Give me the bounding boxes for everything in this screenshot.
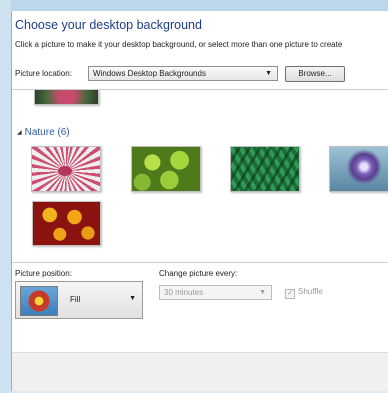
- window-top-border: [0, 0, 388, 11]
- dropdown-arrow-icon: ▼: [259, 289, 266, 296]
- picture-thumbnail[interactable]: [131, 146, 201, 192]
- picture-position-value: Fill: [70, 295, 81, 304]
- leaf-texture: [231, 147, 299, 191]
- picture-location-label: Picture location:: [15, 69, 72, 78]
- group-header-label: Nature (6): [24, 127, 70, 138]
- browse-button[interactable]: Browse...: [285, 66, 345, 82]
- picture-position-dropdown[interactable]: Fill ▼: [15, 281, 143, 319]
- picture-thumbnail[interactable]: [32, 201, 101, 246]
- change-interval-label: Change picture every:: [159, 269, 238, 278]
- footer-bar: [12, 352, 388, 391]
- picture-thumbnail[interactable]: [31, 146, 101, 192]
- change-interval-value: 30 minutes: [164, 288, 204, 297]
- change-interval-dropdown[interactable]: 30 minutes ▼: [159, 285, 272, 300]
- page-title: Choose your desktop background: [15, 18, 202, 32]
- dropdown-arrow-icon: ▼: [265, 70, 272, 77]
- collapse-triangle-icon: ◢: [17, 130, 22, 136]
- shuffle-checkbox[interactable]: ✓ Shuffle: [285, 287, 323, 299]
- page-instructions: Click a picture to make it your desktop …: [15, 40, 343, 49]
- group-header-nature[interactable]: ◢ Nature (6): [17, 127, 70, 138]
- desktop-background-panel: Choose your desktop background Click a p…: [11, 11, 388, 391]
- picture-thumbnail[interactable]: [230, 146, 300, 192]
- checkbox-check-icon: ✓: [285, 289, 295, 299]
- picture-list[interactable]: ◢ Nature (6): [12, 89, 388, 263]
- position-preview-image: [20, 286, 58, 316]
- picture-location-dropdown[interactable]: Windows Desktop Backgrounds ▼: [88, 66, 278, 81]
- window-left-border: [0, 0, 11, 393]
- dropdown-arrow-icon: ▼: [129, 295, 136, 302]
- flower-center: [58, 166, 72, 176]
- picture-location-value: Windows Desktop Backgrounds: [93, 69, 206, 78]
- picture-thumbnail[interactable]: [329, 146, 388, 192]
- picture-thumbnail[interactable]: [34, 90, 99, 105]
- picture-position-label: Picture position:: [15, 269, 72, 278]
- shuffle-label: Shuffle: [298, 287, 323, 296]
